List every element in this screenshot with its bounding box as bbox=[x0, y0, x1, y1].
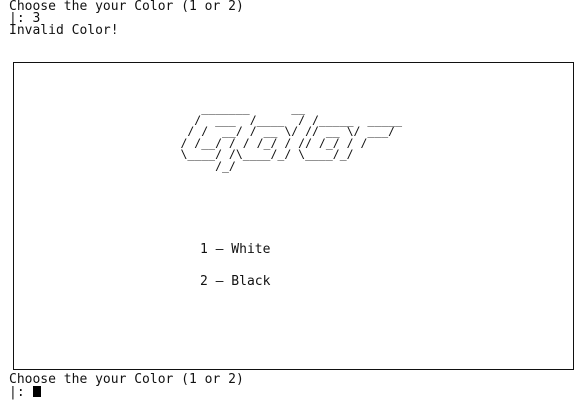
color-menu-box: _______ __ / ___ /____ / /_____ _____ / … bbox=[13, 62, 574, 370]
text-cursor[interactable] bbox=[33, 386, 42, 397]
error-message: Invalid Color! bbox=[9, 23, 119, 38]
input-prefix: |: bbox=[9, 385, 33, 400]
prompt-line-top: Choose the your Color (1 or 2) bbox=[9, 0, 244, 14]
input-line[interactable]: |: bbox=[9, 385, 42, 400]
option-black: 2 – Black bbox=[200, 274, 271, 289]
color-ascii-logo: _______ __ / ___ /____ / /_____ _____ / … bbox=[180, 101, 403, 173]
option-white: 1 – White bbox=[200, 242, 271, 257]
prompt-line-bottom: Choose the your Color (1 or 2) bbox=[9, 372, 244, 387]
